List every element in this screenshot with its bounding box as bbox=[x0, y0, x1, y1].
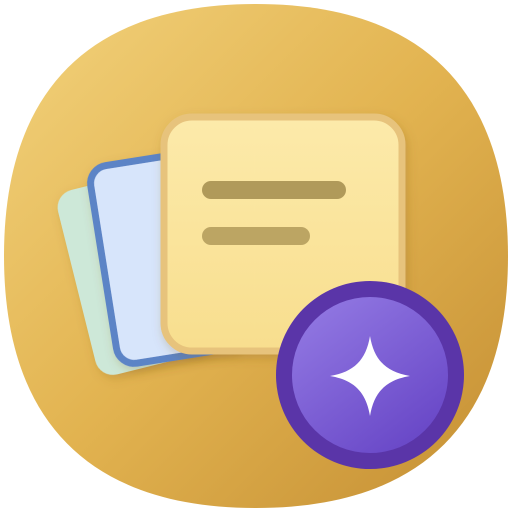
note-line-2 bbox=[202, 227, 310, 245]
app-icon bbox=[0, 0, 512, 512]
note-line-1 bbox=[202, 181, 346, 199]
app-icon-graphic bbox=[4, 4, 508, 508]
sparkle-badge bbox=[276, 281, 464, 469]
